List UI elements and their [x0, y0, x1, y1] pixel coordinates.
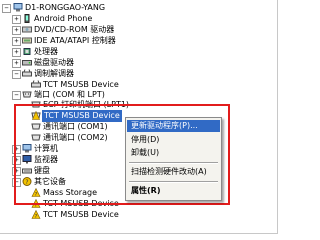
collapse-icon[interactable]: − — [12, 91, 21, 100]
menu-separator — [129, 181, 218, 183]
expand-icon[interactable]: + — [12, 37, 21, 46]
menu-item-scan-hardware[interactable]: 扫描检测硬件改动(A) — [127, 166, 220, 178]
processor-icon — [23, 48, 31, 55]
dvd-drive-icon — [22, 26, 32, 33]
svg-text:?: ? — [35, 214, 38, 219]
modem-device-icon — [31, 80, 41, 88]
android-phone-icon — [24, 14, 30, 23]
modem-icon — [22, 69, 32, 77]
collapse-icon[interactable]: − — [12, 70, 21, 79]
menu-item-uninstall[interactable]: 卸载(U) — [127, 147, 220, 159]
tree-item-label: TCT MSUSB Device — [43, 210, 119, 219]
expand-icon[interactable]: + — [12, 26, 21, 35]
port-icon — [22, 91, 32, 98]
context-menu: 更新驱动程序(P)... 停用(D) 卸载(U) 扫描检测硬件改动(A) 属性(… — [125, 117, 222, 201]
menu-item-disable[interactable]: 停用(D) — [127, 134, 220, 146]
collapse-icon[interactable]: − — [2, 4, 11, 13]
menu-item-update-driver[interactable]: 更新驱动程序(P)... — [127, 120, 220, 132]
expand-icon[interactable]: + — [12, 59, 21, 68]
expand-icon[interactable]: + — [12, 15, 21, 24]
unknown-device-icon: ? — [31, 210, 41, 219]
disk-drive-icon — [22, 60, 32, 66]
ide-controller-icon — [22, 37, 32, 44]
menu-item-properties[interactable]: 属性(R) — [127, 185, 220, 197]
expand-icon[interactable]: + — [12, 48, 21, 57]
computer-icon — [13, 3, 23, 12]
menu-separator — [129, 162, 218, 164]
